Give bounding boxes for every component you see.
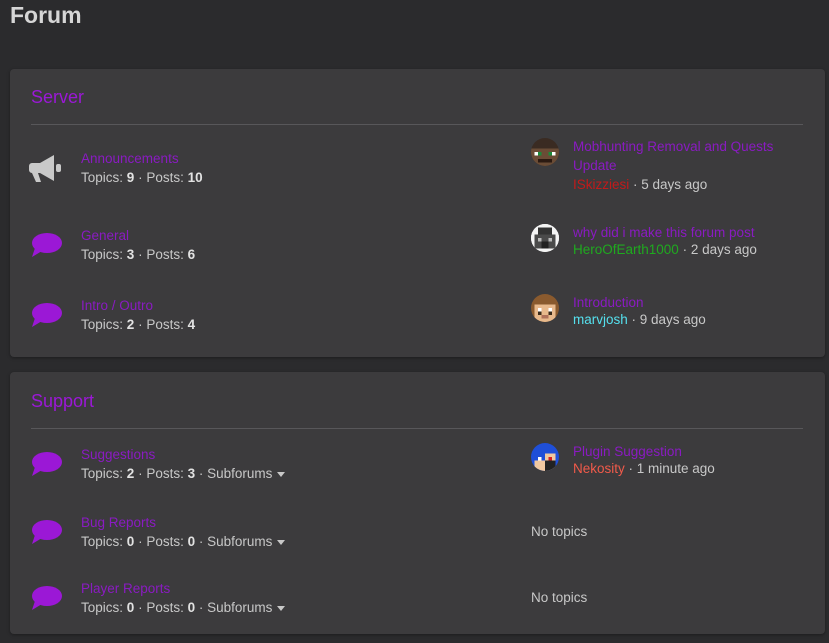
section-title[interactable]: Server: [31, 87, 84, 108]
speech-bubble-icon: [28, 228, 66, 262]
forum-stats: Topics: 3 · Posts: 6: [81, 247, 196, 262]
forum-name-link[interactable]: Suggestions: [81, 447, 155, 462]
username-link[interactable]: ISkizziesi: [573, 177, 629, 192]
avatar[interactable]: [531, 294, 559, 322]
forum-row-announcements: Announcements Topics: 9 · Posts: 10 Mobh…: [10, 138, 825, 201]
forum-row-general: General Topics: 3 · Posts: 6 why did i m…: [10, 224, 825, 278]
latest-post-link[interactable]: Mobhunting Removal and Quests Update: [573, 137, 803, 175]
page-title: Forum: [10, 2, 82, 28]
subforums-dropdown[interactable]: Subforums: [207, 600, 286, 615]
username-link[interactable]: HeroOfEarth1000: [573, 242, 679, 257]
section-title[interactable]: Support: [31, 391, 94, 412]
forum-stats: Topics: 2 · Posts: 3 · Subforums: [81, 466, 286, 481]
forum-name-link[interactable]: General: [81, 228, 129, 243]
no-topics-text: No topics: [531, 590, 588, 605]
avatar[interactable]: [531, 443, 559, 471]
section-server: Server Announcements Topics: 9 · Posts: …: [10, 69, 825, 357]
latest-post-link[interactable]: Introduction: [573, 293, 803, 312]
megaphone-icon: [28, 151, 66, 185]
section-support: Support Suggestions Topics: 2 · Posts: 3…: [10, 372, 825, 634]
post-time: 2 days ago: [690, 242, 757, 257]
forum-stats: Topics: 0 · Posts: 0 · Subforums: [81, 534, 286, 549]
latest-post-link[interactable]: Plugin Suggestion: [573, 442, 803, 461]
avatar[interactable]: [531, 138, 559, 166]
latest-post-meta: HeroOfEarth1000 · 2 days ago: [573, 242, 757, 257]
avatar[interactable]: [531, 224, 559, 252]
forum-stats: Topics: 9 · Posts: 10: [81, 170, 203, 185]
chevron-down-icon: [277, 605, 286, 611]
forum-stats: Topics: 2 · Posts: 4: [81, 317, 196, 332]
speech-bubble-icon: [28, 515, 66, 549]
forum-name-link[interactable]: Bug Reports: [81, 515, 156, 530]
speech-bubble-icon: [28, 581, 66, 615]
speech-bubble-icon: [28, 298, 66, 332]
subforums-dropdown[interactable]: Subforums: [207, 534, 286, 549]
latest-post-meta: ISkizziesi · 5 days ago: [573, 177, 708, 192]
latest-post-meta: marvjosh · 9 days ago: [573, 312, 706, 327]
subforums-dropdown[interactable]: Subforums: [207, 466, 286, 481]
no-topics-text: No topics: [531, 524, 588, 539]
section-divider: [31, 428, 803, 429]
forum-stats: Topics: 0 · Posts: 0 · Subforums: [81, 600, 286, 615]
chevron-down-icon: [277, 471, 286, 477]
post-time: 1 minute ago: [636, 461, 715, 476]
forum-row-bug-reports: Bug Reports Topics: 0 · Posts: 0 · Subfo…: [10, 515, 825, 565]
latest-post-meta: Nekosity · 1 minute ago: [573, 461, 715, 476]
post-time: 9 days ago: [639, 312, 706, 327]
section-divider: [31, 124, 803, 125]
forum-row-suggestions: Suggestions Topics: 2 · Posts: 3 · Subfo…: [10, 443, 825, 497]
forum-name-link[interactable]: Intro / Outro: [81, 298, 153, 313]
username-link[interactable]: marvjosh: [573, 312, 628, 327]
forum-name-link[interactable]: Announcements: [81, 151, 179, 166]
username-link[interactable]: Nekosity: [573, 461, 625, 476]
forum-name-link[interactable]: Player Reports: [81, 581, 170, 596]
speech-bubble-icon: [28, 447, 66, 481]
forum-row-player-reports: Player Reports Topics: 0 · Posts: 0 · Su…: [10, 581, 825, 631]
forum-row-intro-outro: Intro / Outro Topics: 2 · Posts: 4 Intro…: [10, 294, 825, 348]
latest-post-link[interactable]: why did i make this forum post: [573, 223, 803, 242]
post-time: 5 days ago: [641, 177, 708, 192]
chevron-down-icon: [277, 539, 286, 545]
